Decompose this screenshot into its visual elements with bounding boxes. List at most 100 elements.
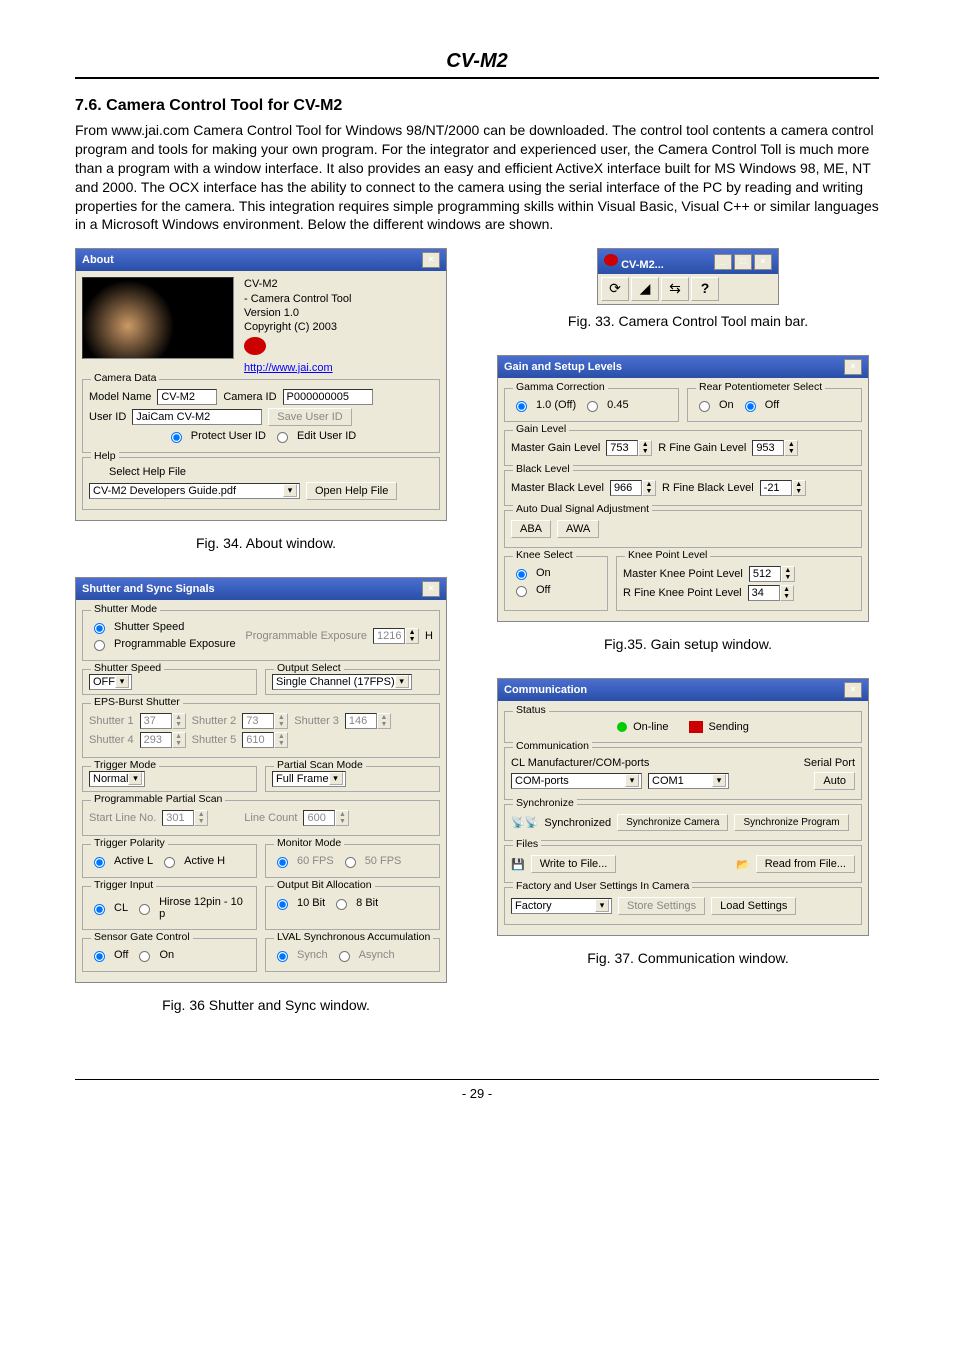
network-icon[interactable]: ⇆	[661, 277, 689, 301]
open-help-button[interactable]: Open Help File	[306, 482, 397, 500]
master-gain-val[interactable]: 753	[606, 440, 638, 456]
communication-group: Communication	[513, 740, 592, 752]
save-user-id-button[interactable]: Save User ID	[268, 408, 351, 426]
spinner-icon[interactable]: ▲▼	[274, 732, 288, 748]
gamma-10-radio[interactable]	[516, 401, 527, 412]
spinner-icon[interactable]: ▲▼	[335, 810, 349, 826]
bit10-radio[interactable]	[277, 899, 288, 910]
load-settings-button[interactable]: Load Settings	[711, 897, 796, 915]
asynch-radio[interactable]	[339, 951, 350, 962]
com-ports-combo[interactable]: COM-ports	[511, 773, 642, 789]
factory-group: Factory and User Settings In Camera	[513, 880, 692, 892]
read-file-button[interactable]: Read from File...	[756, 855, 855, 873]
active-l-radio[interactable]	[94, 857, 105, 868]
help-file-combo[interactable]: CV-M2 Developers Guide.pdf	[89, 483, 300, 499]
master-black-val[interactable]: 966	[610, 480, 642, 496]
store-settings-button[interactable]: Store Settings	[618, 897, 705, 915]
maximize-icon[interactable]: □	[734, 254, 752, 270]
prog-scan-group: Programmable Partial Scan	[91, 793, 225, 805]
sh5-val[interactable]: 610	[242, 732, 274, 748]
rfine-gain-val[interactable]: 953	[752, 440, 784, 456]
sh1-val[interactable]: 37	[140, 713, 172, 729]
master-knee-val[interactable]: 512	[749, 566, 781, 582]
close-icon[interactable]: ×	[844, 359, 862, 375]
rear-off-radio[interactable]	[745, 401, 756, 412]
sending-label: Sending	[709, 721, 749, 733]
sensor-off-radio[interactable]	[94, 951, 105, 962]
prog-exp-value[interactable]: 1216	[373, 628, 405, 644]
auto-button[interactable]: Auto	[814, 772, 855, 790]
spinner-icon[interactable]: ▲▼	[638, 440, 652, 456]
sh4-label: Shutter 4	[89, 734, 134, 746]
spinner-icon[interactable]: ▲▼	[781, 566, 795, 582]
bit-alloc-group: Output Bit Allocation	[274, 879, 375, 891]
sh2-label: Shutter 2	[192, 715, 237, 727]
close-icon[interactable]: ×	[844, 682, 862, 698]
fps50-radio[interactable]	[345, 857, 356, 868]
knee-on-radio[interactable]	[516, 569, 527, 580]
awa-button[interactable]: AWA	[557, 520, 599, 538]
bit8-radio[interactable]	[336, 899, 347, 910]
help-icon[interactable]: ?	[691, 277, 719, 301]
output-select-combo[interactable]: Single Channel (17FPS)	[272, 674, 412, 690]
start-line-val[interactable]: 301	[162, 810, 194, 826]
active-h-radio[interactable]	[164, 857, 175, 868]
rear-on-radio[interactable]	[699, 401, 710, 412]
aba-button[interactable]: ABA	[511, 520, 551, 538]
gamma-045-radio[interactable]	[587, 401, 598, 412]
knee-off-label: Off	[536, 584, 550, 596]
camera-id-label: Camera ID	[223, 391, 276, 403]
user-id-field[interactable]: JaiCam CV-M2	[132, 409, 262, 425]
sh3-val[interactable]: 146	[345, 713, 377, 729]
refresh-icon[interactable]: ⟳	[601, 277, 629, 301]
bit8-label: 8 Bit	[356, 897, 378, 909]
knee-off-radio[interactable]	[516, 586, 527, 597]
shutter-speed-combo[interactable]: OFF	[89, 674, 132, 690]
protect-user-id-radio[interactable]	[171, 432, 182, 443]
close-icon[interactable]: ×	[422, 581, 440, 597]
spinner-icon[interactable]: ▲▼	[274, 713, 288, 729]
sh2-val[interactable]: 73	[242, 713, 274, 729]
about-link[interactable]: http://www.jai.com	[244, 362, 333, 374]
spinner-icon[interactable]: ▲▼	[194, 810, 208, 826]
files-group: Files	[513, 838, 541, 850]
about-product: CV-M2	[244, 277, 351, 291]
header-rule	[75, 77, 879, 79]
fps60-radio[interactable]	[277, 857, 288, 868]
gamma-10-label: 1.0 (Off)	[536, 399, 576, 411]
spinner-icon[interactable]: ▲▼	[405, 628, 419, 644]
spinner-icon[interactable]: ▲▼	[780, 585, 794, 601]
sync-camera-button[interactable]: Synchronize Camera	[617, 814, 728, 831]
prog-exposure-radio[interactable]	[94, 640, 105, 651]
spinner-icon[interactable]: ▲▼	[377, 713, 391, 729]
spinner-icon[interactable]: ▲▼	[642, 480, 656, 496]
hirose-radio[interactable]	[139, 904, 150, 915]
synch-radio[interactable]	[277, 951, 288, 962]
shutter-speed-radio[interactable]	[94, 623, 105, 634]
spinner-icon[interactable]: ▲▼	[784, 440, 798, 456]
trigger-mode-combo[interactable]: Normal	[89, 771, 145, 787]
minimize-icon[interactable]: _	[714, 254, 732, 270]
sh4-val[interactable]: 293	[140, 732, 172, 748]
sync-program-button[interactable]: Synchronize Program	[734, 814, 848, 831]
about-copyright: Copyright (C) 2003	[244, 320, 351, 334]
master-black-label: Master Black Level	[511, 482, 604, 494]
close-icon[interactable]: ×	[422, 252, 440, 268]
sensor-on-radio[interactable]	[139, 951, 150, 962]
model-name-field: CV-M2	[157, 389, 217, 405]
factory-combo[interactable]: Factory	[511, 898, 612, 914]
spinner-icon[interactable]: ▲▼	[172, 732, 186, 748]
rfine-knee-val[interactable]: 34	[748, 585, 780, 601]
com1-combo[interactable]: COM1	[648, 773, 729, 789]
spinner-icon[interactable]: ▲▼	[172, 713, 186, 729]
line-count-val[interactable]: 600	[303, 810, 335, 826]
partial-scan-combo[interactable]: Full Frame	[272, 771, 346, 787]
close-icon[interactable]: ×	[754, 254, 772, 270]
rear-on-label: On	[719, 399, 734, 411]
cl-radio[interactable]	[94, 904, 105, 915]
spinner-icon[interactable]: ▲▼	[792, 480, 806, 496]
connect-icon[interactable]: ◢	[631, 277, 659, 301]
edit-user-id-radio[interactable]	[277, 432, 288, 443]
rfine-black-val[interactable]: -21	[760, 480, 792, 496]
write-file-button[interactable]: Write to File...	[531, 855, 617, 873]
